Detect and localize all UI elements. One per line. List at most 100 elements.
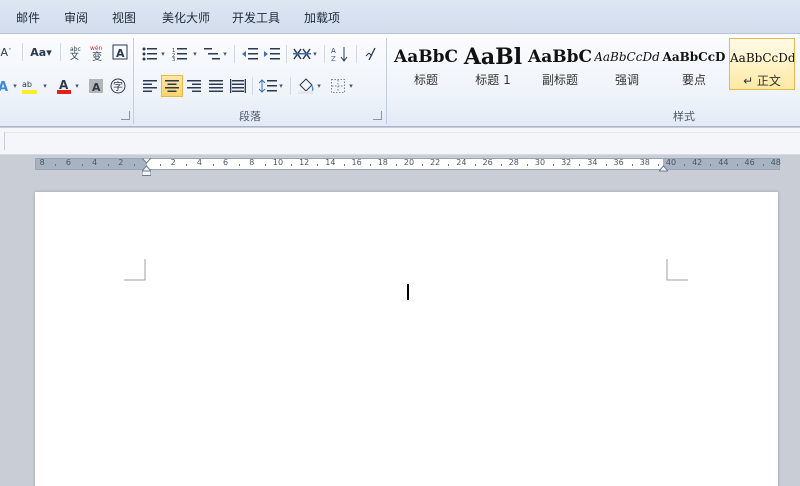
ruler-number: 2	[170, 158, 176, 167]
tab-developer[interactable]: 开发工具	[232, 9, 280, 27]
ruler-tick	[448, 164, 450, 166]
change-case-icon[interactable]: Aa▾	[28, 42, 54, 62]
ruler-number: 12	[299, 158, 310, 167]
ruler-number: 34	[587, 158, 598, 167]
align-left-icon[interactable]	[140, 76, 160, 96]
style-emphasis[interactable]: AaBbCcDd 强调	[594, 38, 660, 90]
separator	[324, 45, 325, 63]
ruler-number: 46	[744, 158, 755, 167]
style-normal[interactable]: AaBbCcDd ↵ 正文	[729, 38, 795, 90]
style-name: 标题 1	[475, 73, 511, 87]
highlight-color-dropdown[interactable]: ▾	[42, 76, 48, 96]
multilevel-list-icon[interactable]	[202, 44, 222, 64]
strip-border	[4, 132, 800, 150]
increase-indent-icon[interactable]	[262, 44, 282, 64]
margin-corner-top-left	[124, 259, 146, 281]
font-dialog-launcher-icon[interactable]	[121, 111, 130, 120]
ruler-tick	[631, 164, 633, 166]
enclose-characters-icon[interactable]: 字	[108, 76, 128, 96]
ruler-tick	[553, 164, 555, 166]
ruler-tick	[579, 164, 581, 166]
shading-bucket-icon[interactable]	[296, 76, 316, 96]
tab-view[interactable]: 视图	[112, 9, 136, 27]
svg-text:A: A	[59, 78, 69, 92]
horizontal-ruler[interactable]: 8 6 4 2 2 4 6 8 10 12 14 16 18 20 22 24 26 28 30 32 34 36 38 40…	[35, 158, 781, 176]
ruler-number: 24	[456, 158, 467, 167]
margin-corner-top-right	[666, 259, 688, 281]
separator	[60, 43, 61, 61]
show-formatting-marks-icon[interactable]	[362, 44, 382, 64]
ruler-number: 16	[351, 158, 362, 167]
ruler-tick	[107, 164, 109, 166]
svg-text:3: 3	[172, 57, 175, 61]
ruler-tick	[710, 164, 712, 166]
align-center-button[interactable]	[161, 75, 183, 97]
ruler-tick	[186, 164, 188, 166]
ruler-tick	[212, 164, 214, 166]
group-label-paragraph: 段落	[239, 110, 261, 123]
separator	[290, 77, 291, 95]
svg-text:A: A	[0, 80, 8, 94]
bullets-icon[interactable]	[140, 44, 160, 64]
numbering-icon[interactable]: 123	[170, 44, 190, 64]
borders-icon[interactable]	[328, 76, 348, 96]
phonetic-guide-icon[interactable]: abc 文	[66, 42, 86, 62]
tab-meihua-dashi[interactable]: 美化大师	[162, 9, 210, 27]
multilevel-list-dropdown[interactable]: ▾	[222, 44, 228, 64]
left-indent-marker-icon[interactable]	[142, 158, 151, 176]
sort-icon[interactable]: AZ	[330, 44, 350, 64]
ruler-tick	[526, 164, 528, 166]
style-subtitle[interactable]: AaBbC 副标题	[527, 38, 593, 90]
borders-dropdown[interactable]: ▾	[348, 76, 354, 96]
ruler-number: 14	[325, 158, 336, 167]
ruler-tick	[422, 164, 424, 166]
ruler-number: 4	[196, 158, 202, 167]
group-separator	[133, 38, 134, 124]
ruler-number: 26	[482, 158, 493, 167]
svg-text:字: 字	[113, 80, 123, 93]
ruler-number: 44	[718, 158, 729, 167]
line-spacing-dropdown[interactable]: ▾	[278, 76, 284, 96]
highlight-color-icon[interactable]: ab	[20, 76, 40, 96]
paragraph-dialog-launcher-icon[interactable]	[373, 111, 382, 120]
line-spacing-icon[interactable]	[258, 76, 278, 96]
ruler-number: 18	[377, 158, 388, 167]
separator	[234, 45, 235, 63]
font-color-dropdown[interactable]: ▾	[74, 76, 80, 96]
font-color-icon[interactable]: A	[54, 76, 74, 96]
svg-text:变: 变	[92, 50, 102, 61]
style-strong[interactable]: AaBbCcD 要点	[661, 38, 727, 90]
shrink-font-icon[interactable]: Aˇ	[0, 42, 16, 62]
style-title[interactable]: AaBbC 标题	[393, 38, 459, 90]
style-sample: AaBl	[463, 44, 523, 70]
numbering-dropdown[interactable]: ▾	[192, 44, 198, 64]
justify-icon[interactable]	[206, 76, 226, 96]
style-heading-1[interactable]: AaBl 标题 1	[460, 38, 526, 90]
bullets-dropdown[interactable]: ▾	[160, 44, 166, 64]
styles-gallery: AaBbC 标题 AaBl 标题 1 AaBbC 副标题 AaBbCcDd 强调…	[390, 38, 800, 98]
character-shading-icon[interactable]: A	[86, 76, 106, 96]
ruler-number: 28	[508, 158, 519, 167]
ruler-number: 48	[770, 158, 781, 167]
decrease-indent-icon[interactable]	[240, 44, 260, 64]
text-effects-dropdown[interactable]: ▾	[12, 76, 18, 96]
tab-review[interactable]: 审阅	[64, 9, 88, 27]
shading-dropdown[interactable]: ▾	[316, 76, 322, 96]
svg-text:Z: Z	[331, 55, 336, 62]
character-border-icon[interactable]: A	[110, 42, 130, 62]
tab-add-ins[interactable]: 加载项	[304, 9, 340, 27]
chinese-layout-icon[interactable]	[292, 44, 312, 64]
character-border-wen-icon[interactable]: wén 变	[88, 42, 108, 62]
ruler-number: 32	[561, 158, 572, 167]
svg-text:ab: ab	[22, 80, 32, 89]
tab-mailings[interactable]: 邮件	[16, 9, 40, 27]
style-sample: AaBbCcD	[662, 50, 726, 64]
ruler-tick	[81, 164, 83, 166]
document-page[interactable]	[35, 192, 778, 486]
chinese-layout-dropdown[interactable]: ▾	[312, 44, 318, 64]
align-right-icon[interactable]	[184, 76, 204, 96]
style-name: 标题	[413, 73, 438, 87]
distributed-icon[interactable]	[228, 76, 248, 96]
svg-text:A: A	[331, 47, 336, 55]
ruler-number: 20	[403, 158, 415, 167]
